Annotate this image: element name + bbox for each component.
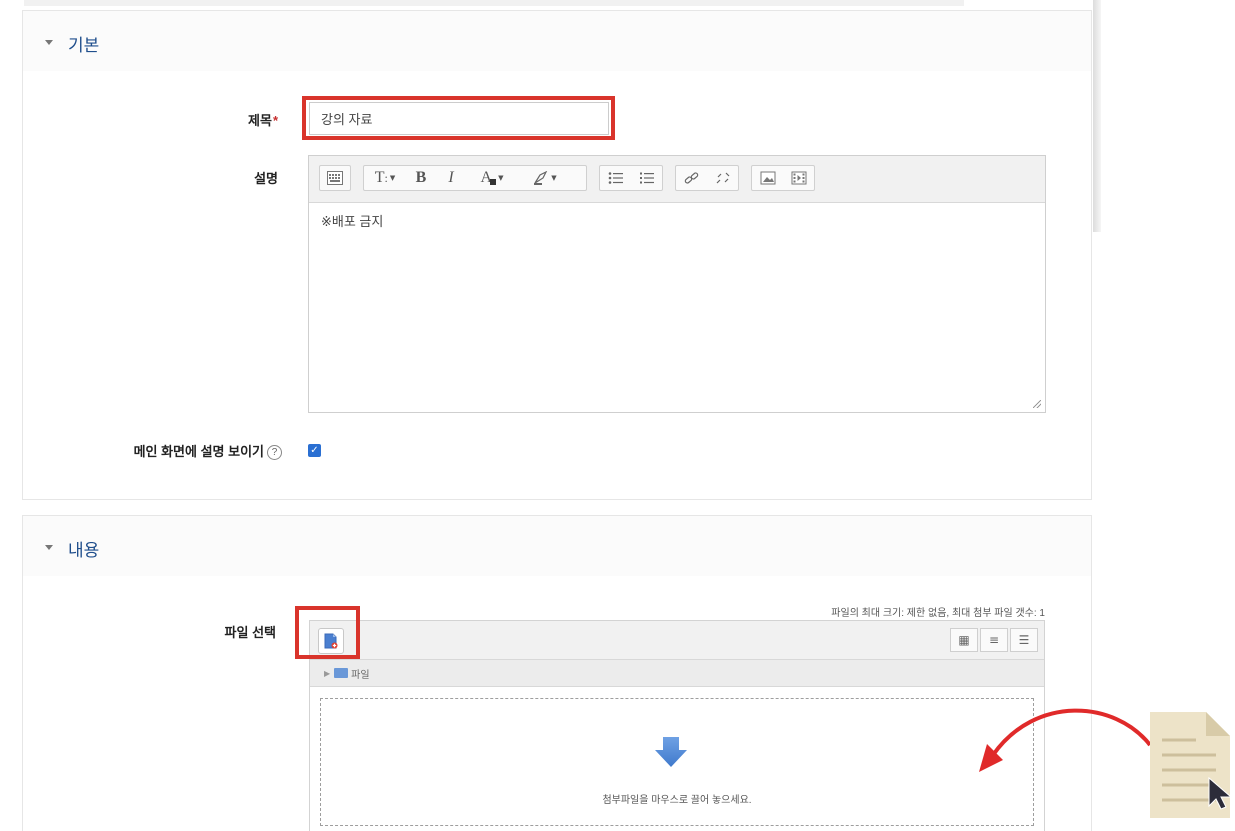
editor-text: ※배포 금지 — [321, 214, 384, 229]
title-label-text: 제목 — [248, 113, 272, 128]
top-divider — [24, 0, 964, 6]
title-label: 제목* — [200, 110, 278, 129]
grid-view-icon[interactable]: ▦ — [950, 628, 978, 652]
list-view-icon[interactable]: ≡ — [980, 628, 1008, 652]
drop-arrow-icon — [655, 737, 687, 767]
paragraph-style-icon[interactable]: T: ▼ — [364, 166, 406, 190]
required-mark: * — [272, 113, 278, 128]
section-content-title[interactable]: 내용 — [68, 536, 99, 561]
insert-image-icon[interactable] — [752, 166, 783, 190]
page: 기본 제목* 설명 T:▼ B I A▼ ▼ — [0, 0, 1235, 831]
file-picker-toolbar: ▦ ≡ ☰ — [310, 621, 1044, 660]
view-switcher: ▦ ≡ ☰ — [950, 628, 1038, 652]
file-picker: ▦ ≡ ☰ ▶ 파일 첨부파일을 마우스로 끌어 놓으세요. — [309, 620, 1045, 831]
text-color-icon[interactable]: A ▼ — [466, 166, 518, 190]
toolbar-toggle-icon[interactable] — [320, 166, 350, 190]
file-limits-text: 파일의 최대 크기: 제한 없음, 최대 첨부 파일 갯수: 1 — [831, 608, 1045, 619]
show-description-checkbox[interactable]: ✓ — [308, 444, 321, 457]
show-description-label: 메인 화면에 설명 보이기? — [80, 441, 282, 460]
bold-icon[interactable]: B — [406, 166, 436, 190]
collapse-caret-icon[interactable] — [45, 545, 53, 550]
card-shadow — [1093, 0, 1101, 232]
unlink-icon[interactable] — [707, 166, 738, 190]
tb-group-toggle — [319, 165, 351, 191]
path-folder-name[interactable]: 파일 — [351, 666, 369, 681]
numbered-list-icon[interactable] — [631, 166, 662, 190]
tb-group-format: T: ▼ B I A ▼ ▼ — [363, 165, 587, 191]
tb-group-media — [751, 165, 815, 191]
tree-view-icon[interactable]: ☰ — [1010, 628, 1038, 652]
add-file-button[interactable] — [318, 628, 344, 654]
bullet-list-icon[interactable] — [600, 166, 631, 190]
background-color-icon[interactable]: ▼ — [518, 166, 572, 190]
section-basic-title[interactable]: 기본 — [68, 31, 99, 56]
section-basic-header[interactable]: 기본 — [23, 11, 1091, 71]
tb-group-lists — [599, 165, 663, 191]
editor-toolbar: T: ▼ B I A ▼ ▼ — [309, 156, 1045, 203]
description-label: 설명 — [254, 171, 278, 186]
section-content-header[interactable]: 내용 — [23, 516, 1091, 576]
resize-grip-icon[interactable] — [1033, 400, 1041, 408]
description-editor: T: ▼ B I A ▼ ▼ ※배포 금지 — [308, 155, 1046, 413]
show-description-text: 메인 화면에 설명 보이기 — [133, 444, 264, 459]
file-drop-zone[interactable]: 첨부파일을 마우스로 끌어 놓으세요. — [320, 698, 1034, 826]
folder-icon — [334, 668, 349, 678]
expand-arrow-icon[interactable]: ▶ — [324, 669, 330, 678]
tb-group-links — [675, 165, 739, 191]
collapse-caret-icon[interactable] — [45, 40, 53, 45]
drag-hint-arrow-icon — [979, 708, 1152, 772]
add-file-icon — [324, 633, 338, 649]
insert-media-icon[interactable] — [783, 166, 814, 190]
file-path-bar: ▶ 파일 — [310, 660, 1044, 687]
help-icon[interactable]: ? — [267, 445, 282, 460]
mouse-cursor-icon — [1208, 776, 1233, 810]
editor-content-area[interactable]: ※배포 금지 — [309, 203, 1045, 412]
file-select-label: 파일 선택 — [224, 625, 276, 640]
italic-icon[interactable]: I — [436, 166, 466, 190]
link-icon[interactable] — [676, 166, 707, 190]
drop-message: 첨부파일을 마우스로 끌어 놓으세요. — [602, 795, 752, 806]
title-input[interactable] — [309, 102, 609, 135]
